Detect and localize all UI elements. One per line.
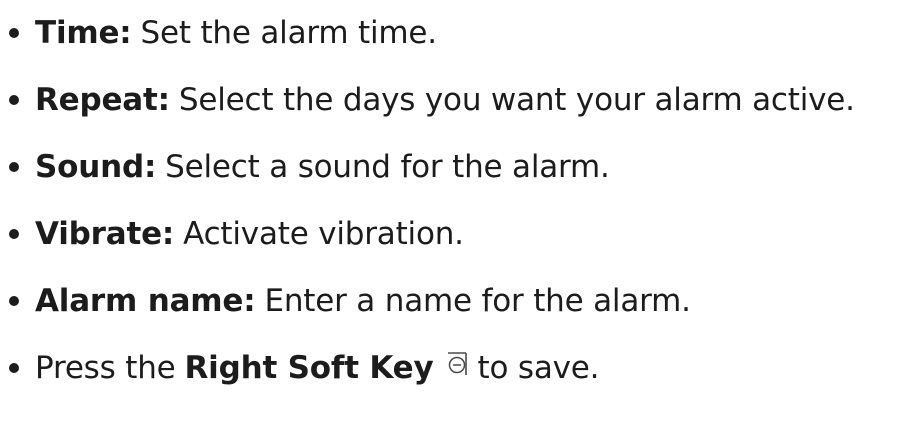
list-item-save-step: Press the Right Soft Key to save. — [0, 343, 600, 393]
right-soft-key-icon — [447, 352, 467, 375]
list-item-repeat: Repeat: Select the days you want your al… — [0, 75, 855, 125]
list-item-sound: Sound: Select a sound for the alarm. — [0, 142, 610, 192]
bullet-icon — [9, 363, 19, 373]
term-vibrate: Vibrate: — [35, 216, 175, 252]
description-repeat: Select the days you want your alarm acti… — [178, 82, 855, 118]
term-repeat: Repeat: — [35, 82, 170, 118]
save-step-suffix: to save. — [477, 350, 600, 386]
term-alarm-name: Alarm name: — [35, 283, 256, 319]
list-item-alarm-name: Alarm name: Enter a name for the alarm. — [0, 276, 691, 326]
bullet-icon — [9, 229, 19, 239]
bullet-icon — [9, 296, 19, 306]
description-vibrate: Activate vibration. — [183, 216, 464, 252]
term-time: Time: — [35, 15, 132, 51]
right-soft-key-label: Right Soft Key — [184, 350, 434, 386]
save-step-prefix: Press the — [35, 350, 176, 386]
description-sound: Select a sound for the alarm. — [165, 149, 610, 185]
description-alarm-name: Enter a name for the alarm. — [264, 283, 691, 319]
bullet-icon — [9, 95, 19, 105]
description-time: Set the alarm time. — [140, 15, 438, 51]
list-item-time: Time: Set the alarm time. — [0, 8, 437, 58]
list-item-vibrate: Vibrate: Activate vibration. — [0, 209, 464, 259]
bullet-icon — [9, 28, 19, 38]
term-sound: Sound: — [35, 149, 157, 185]
bullet-icon — [9, 162, 19, 172]
